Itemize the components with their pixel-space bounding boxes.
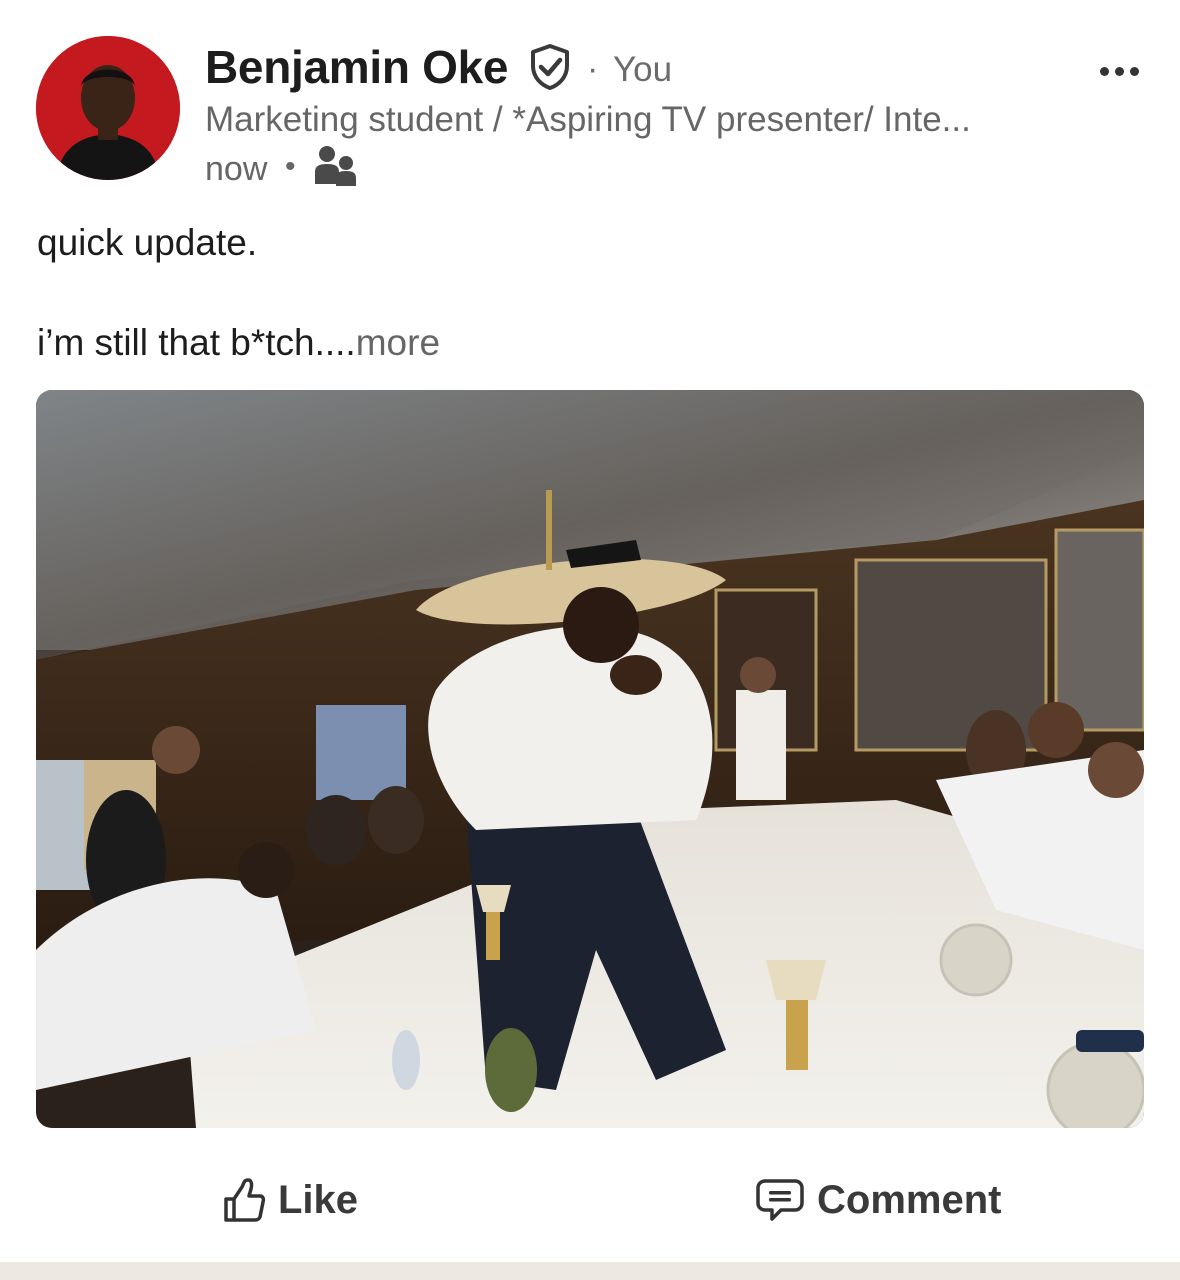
- post-text-line1: quick update.: [37, 222, 258, 263]
- author-headline: Marketing student / *Aspiring TV present…: [205, 100, 971, 139]
- meta-separator: •: [285, 150, 296, 183]
- comment-icon: [756, 1179, 804, 1221]
- comment-label: Comment: [817, 1177, 1002, 1222]
- post-photo[interactable]: [36, 390, 1144, 1128]
- thumbs-up-icon: [224, 1178, 266, 1222]
- feed-post: Benjamin Oke · You Marketing student / *…: [0, 0, 1180, 1262]
- author-avatar[interactable]: [36, 36, 180, 180]
- more-options-icon[interactable]: [1096, 50, 1144, 94]
- see-more-link[interactable]: more: [356, 322, 440, 363]
- verified-shield-icon: [531, 44, 569, 90]
- connections-icon: [315, 146, 356, 186]
- like-button[interactable]: Like: [222, 1170, 358, 1230]
- post-text-line2: i’m still that b*tch....more: [37, 322, 440, 364]
- name-separator: ·: [587, 50, 599, 88]
- post-time: now: [205, 150, 268, 188]
- feed-separator: [0, 1262, 1180, 1280]
- like-label: Like: [278, 1177, 359, 1222]
- author-name[interactable]: Benjamin Oke: [205, 40, 508, 94]
- post-text-line2-content: i’m still that b*tch....: [37, 322, 356, 363]
- comment-button[interactable]: Comment: [755, 1170, 1001, 1230]
- relationship-label: You: [613, 50, 673, 89]
